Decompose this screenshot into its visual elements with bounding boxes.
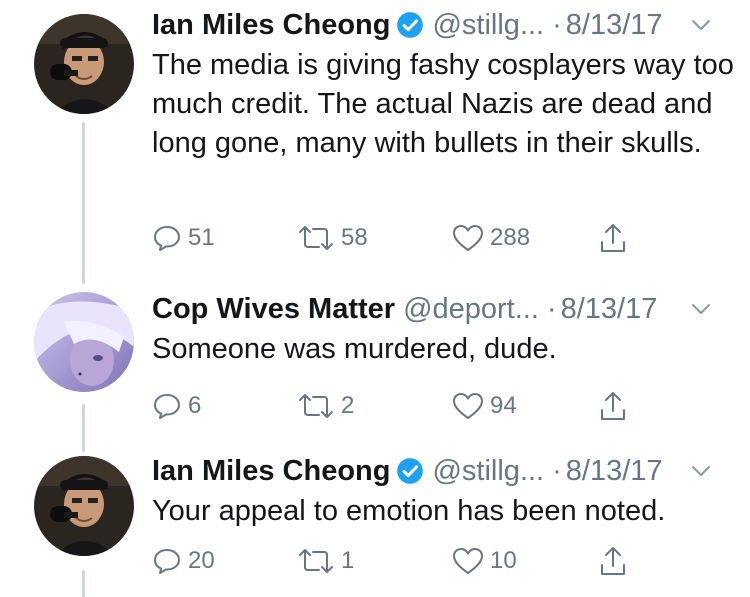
display-name[interactable]: Ian Miles Cheong — [152, 455, 390, 488]
username-handle[interactable]: @deport... — [403, 293, 539, 326]
username-handle[interactable]: @stillg... — [432, 9, 544, 42]
reply-icon — [154, 549, 180, 574]
like-button[interactable]: 10 — [452, 541, 517, 581]
like-count: 10 — [490, 547, 517, 574]
retweet-count: 1 — [341, 547, 355, 574]
tweet[interactable]: Ian Miles Cheong @stillg... · 8/13/17 Th… — [0, 0, 750, 280]
separator-dot: · — [546, 292, 557, 325]
reply-button[interactable]: 20 — [152, 541, 215, 581]
retweet-icon — [299, 226, 333, 250]
retweet-icon — [299, 549, 333, 573]
like-icon — [453, 225, 483, 251]
tweet-text: Your appeal to emotion has been noted. — [152, 495, 666, 527]
tweet-header: Cop Wives Matter @deport... · 8/13/17 — [152, 290, 740, 328]
like-icon — [453, 393, 483, 419]
separator-dot: · — [552, 454, 562, 487]
chevron-down-icon[interactable] — [690, 460, 712, 482]
verified-badge-icon — [396, 457, 424, 485]
like-count: 288 — [490, 224, 531, 251]
reply-icon — [154, 226, 180, 251]
like-button[interactable]: 288 — [452, 218, 530, 258]
retweet-button[interactable]: 2 — [297, 386, 354, 426]
display-name[interactable]: Ian Miles Cheong — [152, 9, 390, 42]
tweet[interactable]: Ian Miles Cheong @stillg... · 8/13/17 Yo… — [0, 440, 750, 597]
display-name[interactable]: Cop Wives Matter — [152, 293, 395, 326]
retweet-button[interactable]: 58 — [297, 218, 368, 258]
tweet-header: Ian Miles Cheong @stillg... · 8/13/17 — [152, 6, 740, 44]
avatar[interactable] — [34, 14, 134, 114]
reply-icon — [154, 394, 180, 419]
reply-count: 6 — [188, 392, 202, 419]
avatar[interactable] — [34, 456, 134, 556]
reply-count: 51 — [188, 224, 215, 251]
retweet-count: 2 — [341, 392, 355, 419]
share-icon — [601, 547, 625, 575]
tweet-date[interactable]: 8/13/17 — [566, 9, 663, 42]
reply-count: 20 — [188, 547, 215, 574]
tweet[interactable]: Cop Wives Matter @deport... · 8/13/17 So… — [0, 280, 750, 440]
tweet-actions: 20 1 10 — [152, 541, 740, 581]
separator-dot: · — [552, 8, 562, 41]
share-button[interactable] — [598, 386, 628, 426]
tweet-actions: 6 2 94 — [152, 386, 740, 426]
tweet-actions: 51 58 288 — [152, 218, 740, 258]
avatar[interactable] — [34, 292, 134, 392]
reply-button[interactable]: 6 — [152, 386, 201, 426]
retweet-button[interactable]: 1 — [297, 541, 354, 581]
verified-badge-icon — [396, 11, 424, 39]
share-icon — [601, 224, 625, 252]
share-button[interactable] — [598, 218, 628, 258]
tweet-header: Ian Miles Cheong @stillg... · 8/13/17 — [152, 452, 740, 490]
share-button[interactable] — [598, 541, 628, 581]
retweet-count: 58 — [341, 224, 368, 251]
username-handle[interactable]: @stillg... — [432, 455, 544, 488]
tweet-date[interactable]: 8/13/17 — [561, 293, 658, 326]
chevron-down-icon[interactable] — [690, 298, 712, 320]
like-icon — [453, 548, 483, 574]
tweet-date[interactable]: 8/13/17 — [566, 455, 663, 488]
like-button[interactable]: 94 — [452, 386, 517, 426]
reply-button[interactable]: 51 — [152, 218, 215, 258]
retweet-icon — [299, 394, 333, 418]
share-icon — [601, 392, 625, 420]
tweet-text: Someone was murdered, dude. — [152, 333, 557, 365]
like-count: 94 — [490, 392, 517, 419]
tweet-text: The media is giving fashy cosplayers way… — [152, 49, 734, 159]
chevron-down-icon[interactable] — [690, 14, 712, 36]
